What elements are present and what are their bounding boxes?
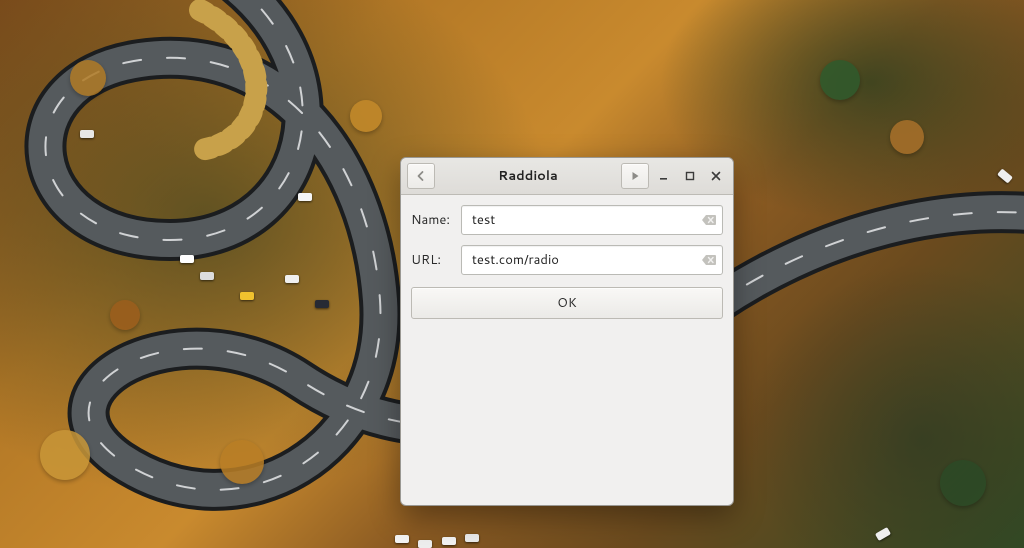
form-content: Name: URL: OK <box>401 195 733 329</box>
minimize-button[interactable] <box>653 164 675 188</box>
name-row: Name: <box>411 205 723 235</box>
back-button[interactable] <box>407 163 435 189</box>
name-input[interactable] <box>470 210 696 230</box>
titlebar[interactable]: Raddiola <box>401 158 733 195</box>
play-button[interactable] <box>621 163 649 189</box>
ok-button[interactable]: OK <box>411 287 723 319</box>
maximize-button[interactable] <box>679 164 701 188</box>
url-input[interactable] <box>470 250 696 270</box>
url-label: URL: <box>411 251 453 269</box>
url-entry[interactable] <box>461 245 723 275</box>
url-row: URL: <box>411 245 723 275</box>
clear-url-icon[interactable] <box>700 252 718 268</box>
name-label: Name: <box>411 211 453 229</box>
ok-button-label: OK <box>557 294 577 312</box>
raddiola-window: Raddiola Name: URL: <box>400 157 734 506</box>
close-button[interactable] <box>705 164 727 188</box>
name-entry[interactable] <box>461 205 723 235</box>
window-title: Raddiola <box>439 167 617 185</box>
clear-name-icon[interactable] <box>700 212 718 228</box>
